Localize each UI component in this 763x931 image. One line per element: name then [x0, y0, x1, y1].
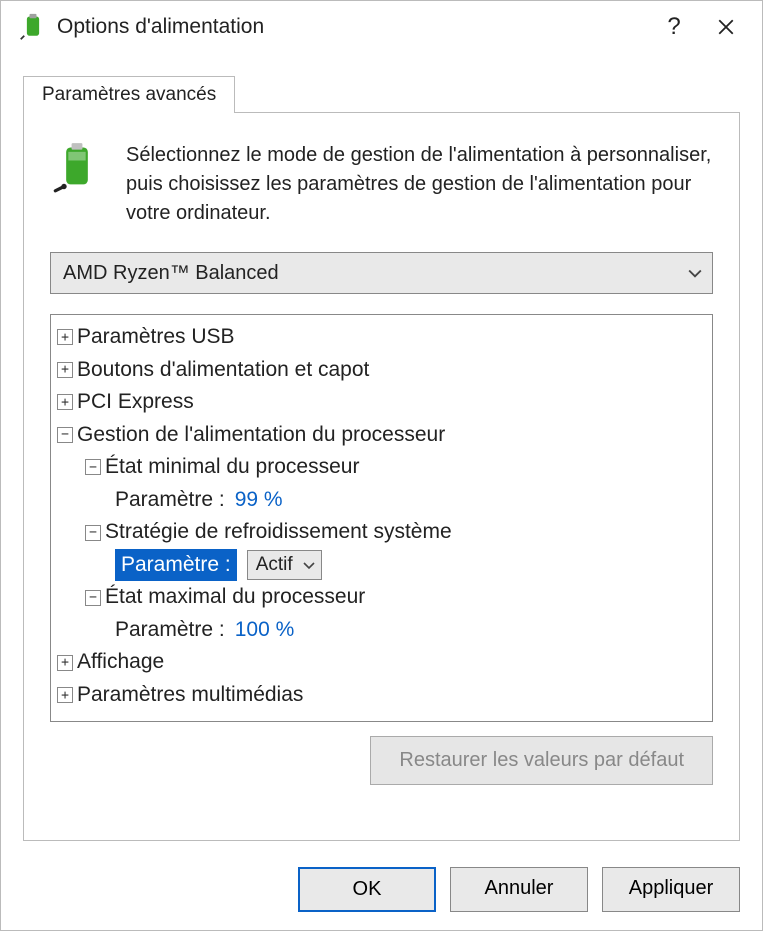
collapse-icon[interactable]: −: [85, 525, 101, 541]
close-button[interactable]: [704, 7, 748, 47]
tree-label: Boutons d'alimentation et capot: [77, 354, 369, 387]
intro-row: Sélectionnez le mode de gestion de l'ali…: [50, 141, 713, 228]
cancel-button[interactable]: Annuler: [450, 867, 588, 912]
power-options-dialog: Options d'alimentation ? Paramètres avan…: [0, 0, 763, 931]
power-icon: [19, 13, 47, 41]
tree-label: Paramètres USB: [77, 321, 235, 354]
tree-label: Stratégie de refroidissement système: [105, 516, 452, 549]
tree-label: État maximal du processeur: [105, 581, 365, 614]
tree-node-processor-power[interactable]: − Gestion de l'alimentation du processeu…: [57, 419, 708, 452]
tree-label: Affichage: [77, 646, 164, 679]
tree-label: Paramètres multimédias: [77, 679, 303, 712]
param-value: 99 %: [235, 484, 283, 517]
param-label: Paramètre :: [115, 614, 225, 647]
apply-button[interactable]: Appliquer: [602, 867, 740, 912]
chevron-down-icon: [303, 550, 315, 579]
restore-row: Restaurer les valeurs par défaut: [50, 736, 713, 785]
tree-label: PCI Express: [77, 386, 194, 419]
tree-node-cooling-policy[interactable]: − Stratégie de refroidissement système: [85, 516, 708, 549]
tree-node-multimedia[interactable]: + Paramètres multimédias: [57, 679, 708, 712]
tree-node-usb[interactable]: + Paramètres USB: [57, 321, 708, 354]
combo-value: Actif: [256, 550, 293, 579]
tree-param-max-processor[interactable]: Paramètre : 100 %: [115, 614, 708, 647]
restore-defaults-button[interactable]: Restaurer les valeurs par défaut: [370, 736, 713, 785]
settings-tree: + Paramètres USB + Boutons d'alimentatio…: [50, 314, 713, 722]
tree-node-pci-express[interactable]: + PCI Express: [57, 386, 708, 419]
content-area: Paramètres avancés Sélectionnez le mode …: [1, 57, 762, 849]
param-value: 100 %: [235, 614, 295, 647]
tab-strip: Paramètres avancés: [23, 75, 740, 112]
titlebar: Options d'alimentation ?: [1, 1, 762, 57]
intro-text: Sélectionnez le mode de gestion de l'ali…: [126, 141, 713, 228]
power-plan-value: AMD Ryzen™ Balanced: [63, 262, 688, 285]
tree-param-min-processor[interactable]: Paramètre : 99 %: [115, 484, 708, 517]
param-label-selected: Paramètre :: [115, 549, 237, 582]
tree-node-min-processor-state[interactable]: − État minimal du processeur: [85, 451, 708, 484]
tree-node-max-processor-state[interactable]: − État maximal du processeur: [85, 581, 708, 614]
expand-icon[interactable]: +: [57, 394, 73, 410]
help-button[interactable]: ?: [652, 7, 696, 47]
param-label: Paramètre :: [115, 484, 225, 517]
expand-icon[interactable]: +: [57, 362, 73, 378]
ok-button[interactable]: OK: [298, 867, 436, 912]
tree-scroll[interactable]: + Paramètres USB + Boutons d'alimentatio…: [51, 315, 712, 721]
power-plan-select[interactable]: AMD Ryzen™ Balanced: [50, 252, 713, 294]
tab-page: Sélectionnez le mode de gestion de l'ali…: [23, 112, 740, 841]
collapse-icon[interactable]: −: [57, 427, 73, 443]
expand-icon[interactable]: +: [57, 329, 73, 345]
chevron-down-icon: [688, 263, 702, 284]
tab-advanced-settings[interactable]: Paramètres avancés: [23, 76, 235, 113]
expand-icon[interactable]: +: [57, 687, 73, 703]
tree-label: État minimal du processeur: [105, 451, 359, 484]
window-title: Options d'alimentation: [57, 15, 652, 39]
cooling-combo[interactable]: Actif: [247, 550, 322, 580]
expand-icon[interactable]: +: [57, 655, 73, 671]
tree-node-power-buttons[interactable]: + Boutons d'alimentation et capot: [57, 354, 708, 387]
tree-node-display[interactable]: + Affichage: [57, 646, 708, 679]
battery-icon: [50, 141, 104, 228]
collapse-icon[interactable]: −: [85, 590, 101, 606]
dialog-footer: OK Annuler Appliquer: [1, 849, 762, 930]
tree-param-cooling[interactable]: Paramètre : Actif: [115, 549, 708, 582]
collapse-icon[interactable]: −: [85, 459, 101, 475]
tree-label: Gestion de l'alimentation du processeur: [77, 419, 445, 452]
